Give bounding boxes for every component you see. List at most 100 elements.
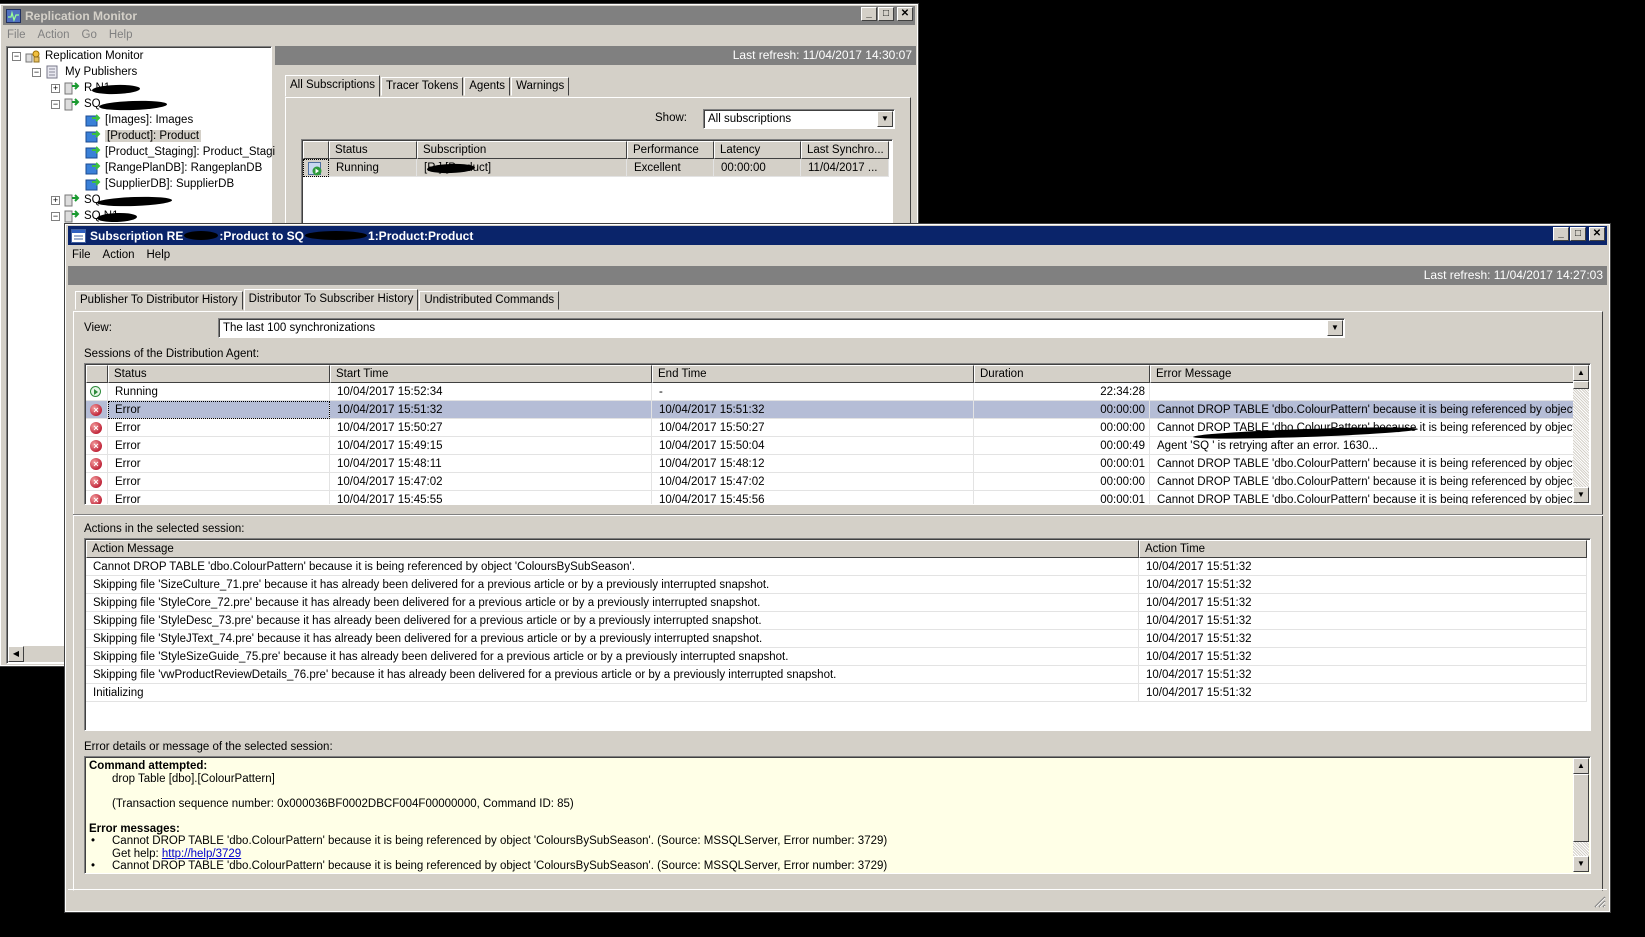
publisher-server-icon <box>64 194 80 207</box>
expander-publisher-3[interactable]: + <box>51 196 60 205</box>
view-dropdown[interactable]: The last 100 synchronizations ▼ <box>218 318 1345 338</box>
sessions-grid[interactable]: Status Start Time End Time Duration Erro… <box>84 363 1591 505</box>
menu-action[interactable]: Action <box>38 29 70 41</box>
tab-tracer-tokens[interactable]: Tracer Tokens <box>381 77 464 96</box>
column-header-start-time[interactable]: Start Time <box>330 365 652 383</box>
help-link[interactable]: http://help/3729 <box>162 848 241 860</box>
session-row[interactable]: × Error 10/04/2017 15:45:55 10/04/2017 15:4… <box>86 491 1577 504</box>
column-header-end-time[interactable]: End Time <box>652 365 974 383</box>
splitter[interactable] <box>73 514 1603 516</box>
tree-item-publisher[interactable]: SQ <box>64 192 101 208</box>
tab-all-subscriptions[interactable]: All Subscriptions <box>285 75 381 97</box>
tree-item-publication-selected[interactable]: [Product]: Product <box>85 128 202 144</box>
session-start: 10/04/2017 15:45:55 <box>330 491 652 504</box>
column-header-icon[interactable] <box>86 365 108 383</box>
maximize-button[interactable]: □ <box>878 7 894 21</box>
session-start: 10/04/2017 15:47:02 <box>330 473 652 491</box>
publication-icon <box>85 114 101 127</box>
show-filter-dropdown[interactable]: All subscriptions ▼ <box>703 109 895 129</box>
resize-grip-icon[interactable] <box>1592 894 1606 908</box>
scroll-thumb[interactable] <box>1573 774 1589 842</box>
column-header-action-time[interactable]: Action Time <box>1139 540 1587 558</box>
session-row[interactable]: Running 10/04/2017 15:52:34-22:34:28 <box>86 383 1577 401</box>
scroll-down-button[interactable]: ▼ <box>1573 856 1589 872</box>
tab-agents[interactable]: Agents <box>464 77 511 96</box>
close-button[interactable]: ✕ <box>897 7 913 21</box>
minimize-button[interactable]: _ <box>1553 227 1569 241</box>
close-button[interactable]: ✕ <box>1589 227 1605 241</box>
publication-icon <box>85 178 101 191</box>
tab-undistributed-commands[interactable]: Undistributed Commands <box>419 291 560 310</box>
maximize-button[interactable]: □ <box>1570 227 1586 241</box>
column-header-subscription[interactable]: Subscription <box>417 141 627 159</box>
actions-grid[interactable]: Action Message Action Time Cannot DROP T… <box>84 538 1591 731</box>
tree-item-publication[interactable]: [SupplierDB]: SupplierDB <box>85 176 234 192</box>
minimize-button[interactable]: _ <box>861 7 877 21</box>
column-header-action-message[interactable]: Action Message <box>86 540 1139 558</box>
menu-go[interactable]: Go <box>82 29 97 41</box>
tree-item-publication[interactable]: [RangePlanDB]: RangeplanDB <box>85 160 262 176</box>
action-row[interactable]: Skipping file 'StyleSizeGuide_75.pre' be… <box>86 648 1587 666</box>
tree-item-publication[interactable]: [Product_Staging]: Product_Staging <box>85 144 288 160</box>
subscription-titlebar[interactable]: Subscription RE :Product to SQ 1:Product… <box>68 226 1607 245</box>
scroll-up-button[interactable]: ▲ <box>1573 365 1589 381</box>
expander-publisher-2[interactable]: − <box>51 100 60 109</box>
publisher-server-icon <box>64 82 80 95</box>
session-row[interactable]: × Error 10/04/2017 15:49:15 10/04/2017 15:5… <box>86 437 1577 455</box>
tree-item-my-publishers[interactable]: My Publishers <box>45 64 137 80</box>
action-row[interactable]: Initializing 10/04/2017 15:51:32 <box>86 684 1587 702</box>
menu-file[interactable]: File <box>72 249 91 261</box>
column-header-duration[interactable]: Duration <box>974 365 1150 383</box>
tab-publisher-to-distributor-history[interactable]: Publisher To Distributor History <box>75 291 243 310</box>
action-time: 10/04/2017 15:51:32 <box>1139 558 1587 576</box>
menu-help[interactable]: Help <box>147 249 171 261</box>
tree-item-publication[interactable]: [Images]: Images <box>85 112 193 128</box>
subscription-row[interactable]: Running [R ].[Product] Excellent 00:00:0… <box>303 159 889 177</box>
session-end: 10/04/2017 15:50:27 <box>652 419 974 437</box>
scroll-left-button[interactable]: ◀ <box>8 646 24 662</box>
column-header-status[interactable]: Status <box>329 141 417 159</box>
action-row[interactable]: Skipping file 'vwProductReviewDetails_76… <box>86 666 1587 684</box>
session-start: 10/04/2017 15:51:32 <box>330 401 652 419</box>
tab-distributor-to-subscriber-history[interactable]: Distributor To Subscriber History <box>243 289 419 311</box>
action-row[interactable]: Cannot DROP TABLE 'dbo.ColourPattern' be… <box>86 558 1587 576</box>
column-header-latency[interactable]: Latency <box>714 141 801 159</box>
menu-file[interactable]: File <box>7 29 26 41</box>
scroll-thumb[interactable] <box>1573 381 1589 389</box>
monitor-titlebar[interactable]: Replication Monitor _ □ ✕ <box>3 6 915 25</box>
session-row[interactable]: × Error 10/04/2017 15:47:02 10/04/2017 15:4… <box>86 473 1577 491</box>
scroll-down-button[interactable]: ▼ <box>1573 487 1589 503</box>
error-details-label: Error details or message of the selected… <box>84 741 333 753</box>
column-header-performance[interactable]: Performance <box>627 141 714 159</box>
session-row[interactable]: × Error 10/04/2017 15:51:32 10/04/2017 15:5… <box>86 401 1577 419</box>
subscription-title-part1: Subscription RE <box>90 228 184 243</box>
session-message: Agent 'SQ ' is retrying after an error. … <box>1150 437 1577 455</box>
column-header-last-sync[interactable]: Last Synchro... <box>801 141 889 159</box>
expander-publisher-1[interactable]: + <box>51 84 60 93</box>
action-row[interactable]: Skipping file 'SizeCulture_71.pre' becau… <box>86 576 1587 594</box>
chevron-down-icon[interactable]: ▼ <box>1327 320 1343 336</box>
action-row[interactable]: Skipping file 'StyleCore_72.pre' because… <box>86 594 1587 612</box>
column-header-error-message[interactable]: Error Message <box>1150 365 1577 383</box>
column-header-icon[interactable] <box>303 141 329 159</box>
column-header-status[interactable]: Status <box>108 365 330 383</box>
actions-label: Actions in the selected session: <box>84 523 245 535</box>
error-details-vertical-scrollbar[interactable]: ▲ ▼ <box>1573 758 1589 872</box>
action-row[interactable]: Skipping file 'StyleDesc_73.pre' because… <box>86 612 1587 630</box>
action-row[interactable]: Skipping file 'StyleJText_74.pre' becaus… <box>86 630 1587 648</box>
chevron-down-icon[interactable]: ▼ <box>877 111 893 127</box>
error-status-icon: × <box>90 458 102 470</box>
sessions-vertical-scrollbar[interactable]: ▲ ▼ <box>1573 365 1589 503</box>
error-details-box[interactable]: Command attempted: drop Table [dbo].[Col… <box>84 756 1591 874</box>
menu-action[interactable]: Action <box>103 249 135 261</box>
expander-publisher-4[interactable]: − <box>51 212 60 221</box>
expander-root[interactable]: − <box>12 52 21 61</box>
session-row[interactable]: × Error 10/04/2017 15:48:11 10/04/2017 15:4… <box>86 455 1577 473</box>
subscription-window[interactable]: Subscription RE :Product to SQ 1:Product… <box>64 223 1611 913</box>
scroll-up-button[interactable]: ▲ <box>1573 758 1589 774</box>
tab-warnings[interactable]: Warnings <box>511 77 570 96</box>
tree-item-publisher[interactable]: SQ <box>64 96 101 112</box>
tree-item-root[interactable]: Replication Monitor <box>25 48 143 64</box>
menu-help[interactable]: Help <box>109 29 133 41</box>
expander-publishers[interactable]: − <box>32 68 41 77</box>
